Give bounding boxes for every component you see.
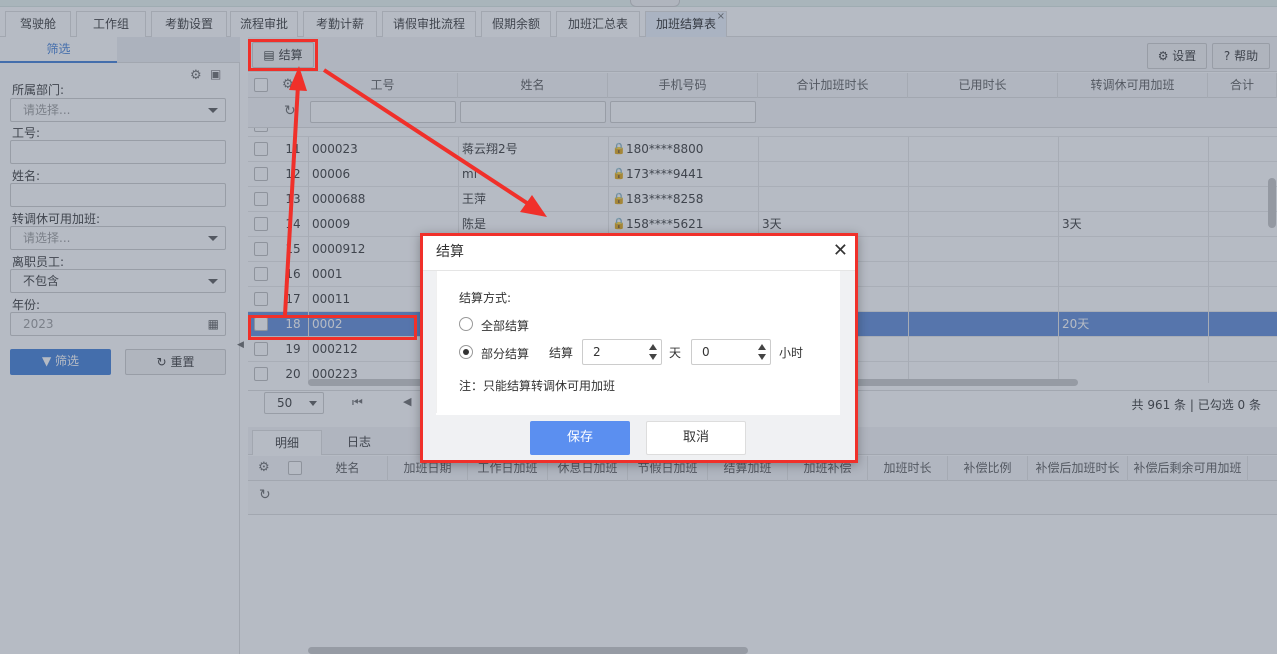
arrow-head-diagonal [520,195,547,217]
arrow-line-up [283,84,300,316]
arrow-head-up [289,66,307,91]
arrow-line-diagonal [322,68,532,207]
annotation-arrows [283,66,547,316]
